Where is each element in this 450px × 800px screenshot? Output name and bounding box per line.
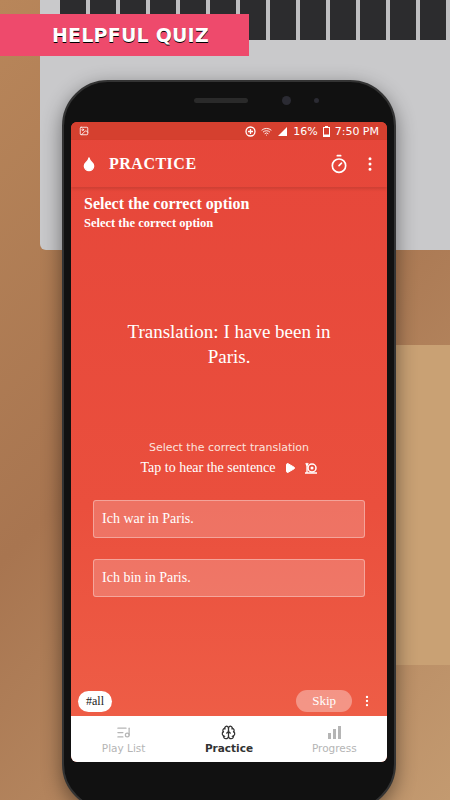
option-button[interactable]: Ich bin in Paris. xyxy=(93,559,365,597)
footer-row: #all Skip xyxy=(78,690,374,712)
clock: 7:50 PM xyxy=(335,125,379,138)
nav-item[interactable]: Practice xyxy=(176,716,281,762)
camera xyxy=(282,96,291,105)
instruction: Select the correct translation xyxy=(84,441,374,454)
timer-icon[interactable] xyxy=(329,154,349,174)
banner: HELPFUL QUIZ xyxy=(0,14,249,56)
app-bar: PRACTICE xyxy=(71,140,387,187)
practice-content: Select the correct option Select the corr… xyxy=(71,187,387,716)
drop-icon xyxy=(81,156,97,172)
audio-row[interactable]: Tap to hear the sentence xyxy=(84,460,374,476)
option-button[interactable]: Ich war in Paris. xyxy=(93,500,365,538)
more-icon[interactable] xyxy=(361,155,379,173)
battery-level: 16% xyxy=(293,125,317,138)
app-title: PRACTICE xyxy=(109,155,197,173)
prompt-subtitle: Select the correct option xyxy=(84,216,374,231)
scene: HELPFUL QUIZ 16% 7:50 PM PRACTICE Select the… xyxy=(0,0,450,800)
brain-icon xyxy=(221,725,236,740)
nav-item[interactable]: Play List xyxy=(71,716,176,762)
options: Ich war in Paris. Ich bin in Paris. xyxy=(84,500,374,597)
wifi-icon xyxy=(261,126,272,137)
speaker xyxy=(194,98,248,103)
question: Translation: I have been in Paris. xyxy=(84,319,374,369)
data-saver-icon xyxy=(245,126,256,137)
skip-button[interactable]: Skip xyxy=(296,690,352,712)
nav-item[interactable]: Progress xyxy=(282,716,387,762)
prompt-title: Select the correct option xyxy=(84,195,374,213)
sensor xyxy=(314,98,319,103)
image-icon xyxy=(79,126,89,136)
phone: 16% 7:50 PM PRACTICE Select the correct opt… xyxy=(62,80,396,800)
chart-icon xyxy=(327,725,342,740)
battery-icon xyxy=(323,126,330,137)
status-bar: 16% 7:50 PM xyxy=(71,122,387,140)
screen: 16% 7:50 PM PRACTICE Select the correct opt… xyxy=(71,122,387,762)
audio-label[interactable]: Tap to hear the sentence xyxy=(140,460,275,476)
play-icon[interactable] xyxy=(284,462,296,474)
footer-more-icon[interactable] xyxy=(360,694,374,708)
snail-icon[interactable] xyxy=(304,461,318,475)
bottom-nav: Play ListPracticeProgress xyxy=(71,716,387,762)
playlist-icon xyxy=(116,725,131,740)
signal-icon xyxy=(277,126,288,137)
tag-pill[interactable]: #all xyxy=(78,691,112,712)
